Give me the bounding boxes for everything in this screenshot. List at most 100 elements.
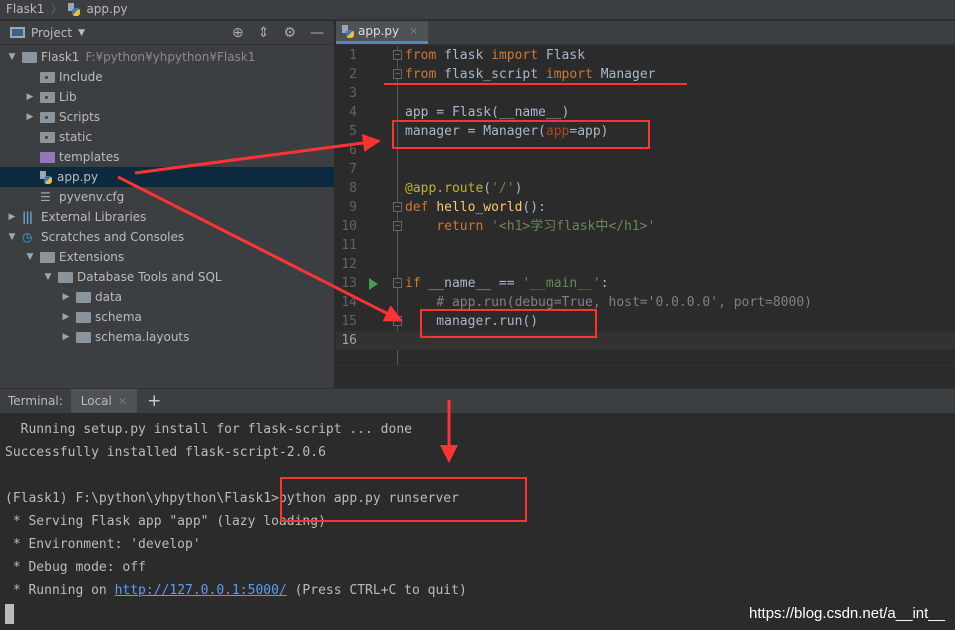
expand-arrow-icon[interactable]: ▼: [42, 272, 54, 282]
tree-item[interactable]: ▶ schema.layouts: [0, 327, 334, 347]
project-tree: ▼ Flask1 F:¥python¥yhpython¥Flask1 Include ▶…: [0, 45, 334, 347]
code-line[interactable]: 5 manager = Manager(app=app): [336, 122, 955, 141]
tree-item[interactable]: ▶ Lib: [0, 87, 334, 107]
fold-marker-icon[interactable]: −: [393, 69, 402, 79]
python-file-icon: [68, 3, 81, 16]
tree-item[interactable]: Include: [0, 67, 334, 87]
project-view-selector[interactable]: Project: [31, 26, 72, 40]
editor-bottom-strip: [336, 365, 955, 388]
close-icon[interactable]: ✕: [409, 25, 418, 38]
tree-item-label: static: [59, 130, 92, 144]
gear-icon[interactable]: ⚙: [283, 25, 296, 41]
expand-arrow-icon[interactable]: ▶: [60, 292, 72, 302]
folder-icon: [76, 291, 91, 303]
code-line[interactable]: 13 − if __name__ == '__main__':: [336, 274, 955, 293]
library-icon: |||: [22, 210, 33, 224]
code-line[interactable]: 10 − return '<h1>学习flask中</h1>': [336, 217, 955, 236]
code-line[interactable]: 8 @app.route('/'): [336, 179, 955, 198]
folder-icon: [76, 331, 91, 343]
breadcrumb-file[interactable]: app.py: [86, 0, 127, 19]
tree-item[interactable]: ▼ Flask1 F:¥python¥yhpython¥Flask1: [0, 47, 334, 67]
tree-item-label: data: [95, 290, 123, 304]
fold-marker-icon[interactable]: −: [393, 278, 402, 288]
code-token: manager.run(): [405, 314, 539, 329]
chevron-down-icon[interactable]: ▼: [78, 28, 85, 38]
tree-item-label: External Libraries: [41, 210, 147, 224]
add-terminal-icon[interactable]: +: [147, 391, 161, 411]
code-line[interactable]: 4 app = Flask(__name__): [336, 103, 955, 122]
code-text: manager = Manager(app=app): [405, 122, 609, 141]
tree-item[interactable]: ▼ ◷ Scratches and Consoles: [0, 227, 334, 247]
code-line[interactable]: 7: [336, 160, 955, 179]
fold-marker-icon[interactable]: −: [393, 202, 402, 212]
expand-arrow-icon[interactable]: ▶: [60, 312, 72, 322]
fold-marker-icon[interactable]: −: [393, 50, 402, 60]
terminal-output[interactable]: Running setup.py install for flask-scrip…: [0, 413, 955, 624]
line-number: 16: [341, 333, 357, 348]
code-line[interactable]: 2 − from flask_script import Manager: [336, 65, 955, 84]
code-line[interactable]: 9 − def hello_world():: [336, 198, 955, 217]
fold-marker-icon[interactable]: −: [393, 316, 402, 326]
expand-arrow-icon[interactable]: ▶: [6, 212, 18, 222]
line-number: 9: [349, 200, 357, 215]
terminal-line: Successfully installed flask-script-2.0.…: [5, 445, 326, 460]
code-line[interactable]: 6: [336, 141, 955, 160]
tree-item[interactable]: ☰ pyvenv.cfg: [0, 187, 334, 207]
collapse-icon[interactable]: ⇕: [258, 25, 270, 41]
code-line[interactable]: 12: [336, 255, 955, 274]
code-line[interactable]: 15 − manager.run(): [336, 312, 955, 331]
tree-item[interactable]: templates: [0, 147, 334, 167]
run-icon[interactable]: [369, 278, 378, 290]
code-line[interactable]: 16: [336, 331, 955, 350]
tree-item[interactable]: ▼ Database Tools and SQL: [0, 267, 334, 287]
code-line[interactable]: 11: [336, 236, 955, 255]
code-text: manager.run(): [405, 312, 538, 331]
expand-arrow-icon[interactable]: ▼: [6, 232, 18, 242]
line-number: 6: [349, 143, 357, 158]
code-token: if: [405, 276, 429, 291]
tree-item[interactable]: static: [0, 127, 334, 147]
tree-item[interactable]: ▶ Scripts: [0, 107, 334, 127]
python-file-icon: [342, 24, 354, 38]
breadcrumb-project[interactable]: Flask1: [6, 0, 44, 19]
minimize-icon[interactable]: —: [310, 25, 324, 41]
code-line[interactable]: 1 − from flask import Flask: [336, 46, 955, 65]
terminal-line: Running setup.py install for flask-scrip…: [5, 422, 412, 437]
tree-item[interactable]: ▼ Extensions: [0, 247, 334, 267]
code-token: ():: [522, 200, 546, 215]
terminal-tab-local[interactable]: Local ✕: [70, 389, 138, 413]
code-line[interactable]: 3: [336, 84, 955, 103]
terminal-header: Terminal: Local ✕ +: [0, 389, 955, 413]
tree-item[interactable]: ▶ schema: [0, 307, 334, 327]
tab-app-py[interactable]: app.py ✕: [336, 21, 429, 44]
line-number: 14: [341, 295, 357, 310]
expand-arrow-icon[interactable]: ▶: [24, 112, 36, 122]
breadcrumb-separator: 〉: [50, 2, 63, 16]
tree-item[interactable]: app.py: [0, 167, 334, 187]
folder-icon: [58, 271, 73, 283]
code-line[interactable]: 14 # app.run(debug=True, host='0.0.0.0',…: [336, 293, 955, 312]
line-number: 10: [341, 219, 357, 234]
expand-arrow-icon[interactable]: ▼: [24, 252, 36, 262]
locate-icon[interactable]: ⊕: [232, 25, 244, 41]
expand-arrow-icon[interactable]: ▼: [6, 52, 18, 62]
tree-item[interactable]: ▶ data: [0, 287, 334, 307]
close-icon[interactable]: ✕: [118, 395, 127, 408]
terminal-line: * Debug mode: off: [5, 560, 146, 575]
line-number: 8: [349, 181, 357, 196]
code-text: @app.route('/'): [405, 179, 522, 198]
expand-arrow-icon[interactable]: ▶: [24, 92, 36, 102]
code-editor[interactable]: app.py ✕ 1− from flask import Flask 2− from…: [336, 21, 955, 388]
code-area[interactable]: 1− from flask import Flask 2− from flask_sc…: [336, 46, 955, 366]
fold-marker-icon[interactable]: −: [393, 221, 402, 231]
code-text: def hello_world():: [405, 198, 546, 217]
code-token: flask: [444, 48, 492, 63]
tree-item-label: templates: [59, 150, 120, 164]
server-url-link[interactable]: http://127.0.0.1:5000/: [115, 583, 287, 598]
tree-item[interactable]: ▶ ||| External Libraries: [0, 207, 334, 227]
code-text: app = Flask(__name__): [405, 103, 569, 122]
expand-arrow-icon[interactable]: ▶: [60, 332, 72, 342]
config-file-icon: ☰: [40, 190, 51, 204]
line-number: 1: [349, 48, 357, 63]
